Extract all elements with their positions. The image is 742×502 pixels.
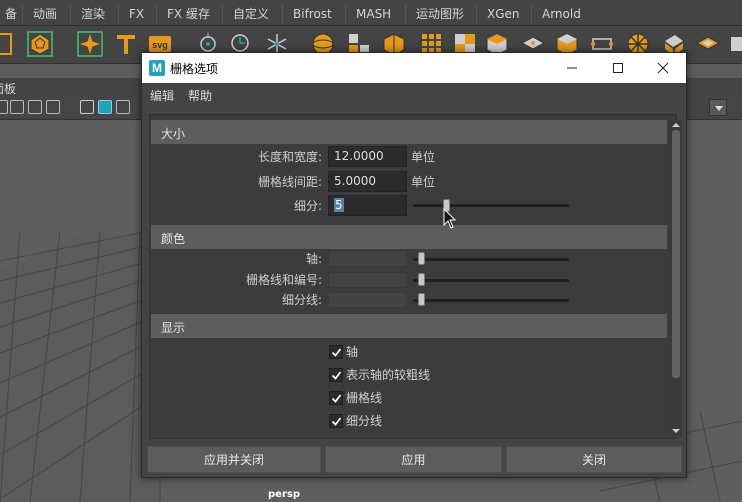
polyhedron-icon[interactable]	[26, 30, 54, 58]
section-display-header[interactable]: 显示	[151, 314, 667, 338]
vertical-scrollbar[interactable]	[670, 120, 682, 437]
viewport-tool-icon[interactable]	[10, 100, 24, 114]
axes-color-swatch[interactable]	[328, 251, 407, 267]
checkmark-icon	[331, 416, 341, 426]
gridlines-checkbox[interactable]	[329, 391, 343, 405]
shaded-cube-icon[interactable]	[98, 100, 112, 114]
apply-button[interactable]: 应用	[325, 446, 502, 473]
flat-tiles-icon[interactable]	[694, 30, 722, 58]
subdivlines-color-swatch[interactable]	[328, 292, 407, 308]
wireframe-cube-icon[interactable]	[80, 100, 94, 114]
close-window-button[interactable]	[640, 53, 686, 83]
close-button[interactable]: 关闭	[506, 446, 682, 473]
viewport-tool-icon[interactable]	[116, 100, 130, 114]
axes-color-slider-handle[interactable]	[418, 252, 425, 265]
axes-checkbox-label: 轴	[346, 345, 359, 359]
shelf-tool-icon[interactable]	[0, 30, 16, 58]
shelf-tab-arnold[interactable]: Arnold	[531, 4, 591, 24]
scrollbar-thumb[interactable]	[672, 130, 680, 378]
spacing-unit-label: 单位	[411, 175, 436, 189]
shelf-tab-custom[interactable]: 自定义	[222, 4, 279, 24]
subdivlines-color-label: 细分线:	[281, 293, 322, 307]
viewport-dropdown[interactable]	[709, 99, 727, 116]
section-size-header[interactable]: 大小	[151, 120, 667, 144]
mouse-cursor-icon	[443, 208, 457, 229]
maximize-icon	[613, 63, 623, 73]
subdiv-lines-checkbox[interactable]	[329, 414, 343, 428]
maximize-button[interactable]	[595, 53, 641, 83]
shelf-tab-fx-cache[interactable]: FX 缓存	[156, 4, 220, 24]
options-panel: 大小 长度和宽度: 12.0000 单位 栅格线间距: 5.0000 单位 细分…	[149, 114, 677, 439]
shelf-tab-rendering[interactable]: 渲染	[70, 4, 115, 24]
text-tool-icon[interactable]	[112, 30, 140, 58]
menu-help[interactable]: 帮助	[188, 87, 212, 104]
length-width-field[interactable]: 12.0000	[328, 146, 407, 167]
thicker-axis-lines-checkbox[interactable]	[329, 368, 343, 382]
shelf-overflow-icon[interactable]	[728, 30, 742, 58]
panels-menu[interactable]: 面板	[0, 80, 16, 97]
dialog-titlebar[interactable]: M 栅格选项	[142, 53, 686, 83]
shelf-tab-animation[interactable]: 动画	[22, 4, 67, 24]
shelf-tab-fx[interactable]: FX	[118, 4, 154, 24]
grid-spacing-label: 栅格线间距:	[257, 175, 322, 189]
close-icon	[657, 62, 669, 74]
subdivisions-value: 5	[334, 198, 344, 212]
subdivlines-color-slider-handle[interactable]	[418, 293, 425, 306]
subdivisions-field[interactable]: 5	[328, 195, 407, 216]
axes-color-slider[interactable]	[413, 258, 569, 261]
shelf-tab-xgen[interactable]: XGen	[476, 4, 530, 24]
grid-options-dialog: M 栅格选项 编辑 帮助 大小 长度和宽度: 12.0000 单位 栅格线间距:…	[141, 52, 687, 478]
gridlines-checkbox-label: 栅格线	[346, 391, 383, 405]
minimize-button[interactable]	[549, 53, 595, 83]
maya-shelf-tabs: 备 动画 渲染 FX FX 缓存 自定义 Bifrost MASH 运动图形 X…	[0, 0, 742, 26]
gridlines-color-label: 栅格线和编号:	[245, 273, 322, 287]
maya-icon: M	[149, 60, 165, 76]
apply-and-close-button[interactable]: 应用并关闭	[147, 446, 321, 473]
camera-label: persp	[268, 489, 300, 500]
minimize-icon	[567, 67, 577, 69]
shelf-tab-bifrost[interactable]: Bifrost	[282, 4, 342, 24]
gridlines-color-swatch[interactable]	[328, 272, 407, 288]
shelf-tab-motion-graphics[interactable]: 运动图形	[405, 4, 474, 24]
axes-color-label: 轴:	[305, 252, 322, 266]
section-color-header[interactable]: 颜色	[151, 225, 667, 249]
checkmark-icon	[331, 370, 341, 380]
gridlines-color-slider-handle[interactable]	[418, 273, 425, 286]
axes-checkbox[interactable]	[329, 345, 343, 359]
menu-edit[interactable]: 编辑	[150, 87, 174, 104]
section-display-title: 显示	[161, 321, 186, 335]
subdivisions-slider[interactable]	[413, 204, 569, 207]
length-unit-label: 单位	[411, 150, 436, 164]
subdivlines-color-slider[interactable]	[413, 299, 569, 302]
section-size-title: 大小	[161, 127, 186, 141]
svg-text:svg: svg	[152, 40, 168, 50]
checkmark-icon	[331, 393, 341, 403]
shelf-tab-mash[interactable]: MASH	[345, 4, 401, 24]
grid-spacing-field[interactable]: 5.0000	[328, 171, 407, 192]
checkmark-icon	[331, 347, 341, 357]
sparkle-star-icon[interactable]	[76, 30, 104, 58]
thicker-axis-lines-label: 表示轴的较粗线	[346, 368, 431, 382]
length-width-label: 长度和宽度:	[257, 150, 322, 164]
viewport-tool-icon[interactable]	[0, 100, 8, 114]
section-color-title: 颜色	[161, 232, 186, 246]
viewport-tool-icon[interactable]	[28, 100, 42, 114]
subdivisions-label: 细分:	[293, 199, 322, 213]
scroll-down-icon[interactable]	[671, 427, 681, 435]
scroll-up-icon[interactable]	[671, 121, 681, 129]
subdiv-lines-checkbox-label: 细分线	[346, 414, 383, 428]
gridlines-color-slider[interactable]	[413, 279, 569, 282]
viewport-tool-icon[interactable]	[46, 100, 60, 114]
dialog-title: 栅格选项	[170, 62, 219, 76]
dialog-menubar: 编辑 帮助	[142, 83, 686, 105]
